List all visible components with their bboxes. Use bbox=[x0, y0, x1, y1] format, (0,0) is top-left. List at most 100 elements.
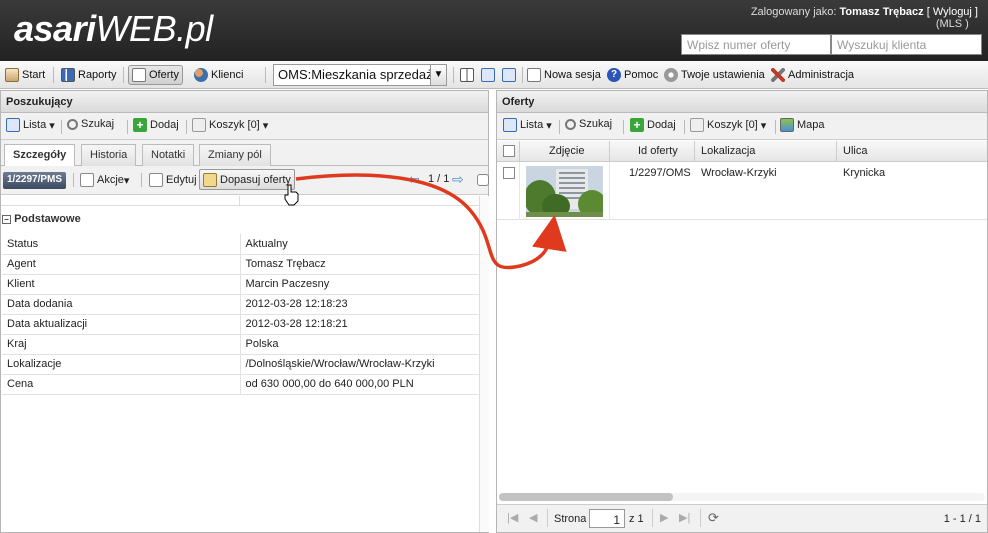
koszyk-dropdown[interactable]: Koszyk [0] ▾ bbox=[192, 118, 268, 132]
field-value: Polska bbox=[240, 334, 479, 355]
layout-left-icon[interactable] bbox=[481, 65, 498, 85]
match-offers-icon bbox=[203, 172, 217, 187]
offer-photo[interactable] bbox=[526, 166, 603, 217]
logout-link[interactable]: [ Wyloguj ] bbox=[927, 6, 978, 18]
tab-historia[interactable]: Historia bbox=[81, 144, 137, 166]
dodaj-button[interactable]: + Dodaj bbox=[133, 118, 179, 132]
user-name: Tomasz Trębacz bbox=[839, 6, 924, 18]
horizontal-scrollbar[interactable] bbox=[499, 493, 985, 501]
main-toolbar: Start Raporty Oferty Klienci OMS:Mieszka… bbox=[0, 61, 988, 89]
left-panel: Poszukujący Lista ▾ Szukaj + Dodaj Koszy… bbox=[0, 90, 489, 533]
settings-button[interactable]: Twoje ustawienia bbox=[664, 65, 765, 85]
scrollbar-thumb[interactable] bbox=[499, 493, 673, 501]
lista-dropdown[interactable]: Lista ▾ bbox=[6, 118, 55, 132]
pager: |◀ ◀ Strona 1 z 1 ▶ ▶| ⟳ 1 - 1 / 1 bbox=[497, 504, 987, 532]
edytuj-button[interactable]: Edytuj bbox=[149, 173, 197, 187]
document-icon bbox=[132, 68, 146, 82]
admin-button[interactable]: Administracja bbox=[771, 65, 854, 85]
checklist-icon bbox=[192, 118, 206, 132]
offer-number-input[interactable]: Wpisz numer oferty bbox=[681, 34, 831, 55]
prev-page-icon[interactable]: ◀ bbox=[529, 511, 537, 524]
col-lokalizacja[interactable]: Lokalizacja bbox=[701, 145, 755, 157]
search-icon bbox=[67, 118, 78, 130]
prev-record-arrow-icon[interactable]: ⇦ bbox=[408, 172, 420, 186]
start-button[interactable]: Start bbox=[5, 65, 45, 85]
szukaj-button[interactable]: Szukaj bbox=[67, 118, 114, 130]
offer-type-select[interactable]: OMS:Mieszkania sprzedaż ▼ bbox=[273, 64, 447, 86]
plus-icon: + bbox=[133, 118, 147, 132]
row-checkbox[interactable] bbox=[503, 167, 515, 179]
offer-location: Wrocław-Krzyki bbox=[701, 167, 777, 179]
list-icon bbox=[6, 118, 20, 132]
col-zdjecie[interactable]: Zdjęcie bbox=[549, 145, 584, 157]
page-of-label: z 1 bbox=[629, 513, 644, 525]
koszyk-dropdown[interactable]: Koszyk [0] ▾ bbox=[690, 118, 766, 132]
field-label: Lokalizacje bbox=[2, 354, 241, 375]
table-row: Data dodania 2012-03-28 12:18:23 bbox=[2, 294, 479, 315]
lista-dropdown[interactable]: Lista ▾ bbox=[503, 118, 552, 132]
tab-zmiany-pol[interactable]: Zmiany pól bbox=[199, 144, 271, 166]
edit-icon bbox=[149, 173, 163, 187]
tab-notatki[interactable]: Notatki bbox=[142, 144, 195, 166]
szukaj-button[interactable]: Szukaj bbox=[565, 118, 612, 130]
record-nav-counter: 1 / 1 bbox=[428, 173, 450, 185]
table-row: Status Aktualny bbox=[2, 234, 479, 255]
table-row: Klient Marcin Paczesny bbox=[2, 274, 479, 295]
search-icon bbox=[565, 118, 576, 130]
layout-right-icon[interactable] bbox=[502, 65, 519, 85]
app-header: asariWEB.pl Zalogowany jako: Tomasz Tręb… bbox=[0, 0, 988, 61]
field-value: od 630 000,00 do 640 000,00 PLN bbox=[240, 374, 479, 395]
client-search-input[interactable]: Wyszukuj klienta bbox=[831, 34, 982, 55]
field-label: Cena bbox=[2, 374, 241, 395]
last-page-icon[interactable]: ▶| bbox=[679, 511, 690, 524]
field-label: Status bbox=[2, 234, 241, 255]
field-label: Agent bbox=[2, 254, 241, 275]
field-label: Data aktualizacji bbox=[2, 314, 241, 335]
chart-icon bbox=[61, 68, 75, 82]
refresh-icon[interactable]: ⟳ bbox=[708, 510, 719, 526]
table-row[interactable]: 1/2297/OMS Wrocław-Krzyki Krynicka bbox=[497, 162, 987, 220]
table-row: Lokalizacje/Dolnośląskie/Wrocław/Wrocław… bbox=[2, 354, 479, 375]
select-all-checkbox[interactable] bbox=[503, 145, 515, 157]
help-icon: ? bbox=[607, 68, 621, 82]
akcje-dropdown[interactable]: Akcje ▾ bbox=[80, 173, 129, 187]
dodaj-button[interactable]: + Dodaj bbox=[630, 118, 676, 132]
tab-szczegoly[interactable]: Szczegóły bbox=[4, 144, 76, 167]
table-row: Agent Tomasz Trębacz bbox=[2, 254, 479, 275]
mapa-button[interactable]: Mapa bbox=[780, 118, 825, 132]
left-tabs: Szczegóły Historia Notatki Zmiany pól bbox=[1, 140, 488, 167]
logo[interactable]: asariWEB.pl bbox=[14, 8, 213, 50]
first-page-icon[interactable]: |◀ bbox=[507, 511, 518, 524]
next-record-arrow-icon[interactable]: ⇨ bbox=[452, 172, 464, 186]
checklist-icon bbox=[690, 118, 704, 132]
raporty-button[interactable]: Raporty bbox=[61, 65, 117, 85]
collapse-icon[interactable]: − bbox=[2, 215, 11, 224]
table-row: Data aktualizacji 2012-03-28 12:18:21 bbox=[2, 314, 479, 335]
chevron-down-icon: ▼ bbox=[430, 65, 446, 85]
right-panel: Oferty Lista ▾ Szukaj + Dodaj Koszyk [0]… bbox=[496, 90, 988, 533]
oferty-button[interactable]: Oferty bbox=[128, 65, 183, 85]
field-value: /Dolnośląskie/Wrocław/Wrocław-Krzyki bbox=[240, 354, 479, 375]
map-icon bbox=[780, 118, 794, 132]
actions-icon bbox=[80, 173, 94, 187]
panel-title: Oferty bbox=[497, 91, 987, 113]
list-icon bbox=[503, 118, 517, 132]
dopasuj-oferty-button[interactable]: Dopasuj oferty bbox=[199, 169, 295, 190]
klienci-button[interactable]: Klienci bbox=[194, 65, 243, 85]
next-page-icon[interactable]: ▶ bbox=[660, 511, 668, 524]
right-toolbar: Lista ▾ Szukaj + Dodaj Koszyk [0] ▾ Mapa bbox=[497, 113, 987, 140]
field-value: 2012-03-28 12:18:23 bbox=[240, 294, 479, 315]
page-number-input[interactable]: 1 bbox=[589, 509, 625, 528]
mls-label: (MLS ) bbox=[935, 18, 969, 30]
field-value: Marcin Paczesny bbox=[240, 274, 479, 295]
section-podstawowe[interactable]: − Podstawowe bbox=[2, 213, 81, 225]
users-icon bbox=[194, 68, 208, 82]
panel-title: Poszukujący bbox=[1, 91, 488, 113]
new-session-button[interactable]: Nowa sesja bbox=[527, 65, 601, 85]
layout-split-icon[interactable] bbox=[460, 65, 477, 85]
field-value: Aktualny bbox=[240, 234, 479, 255]
help-button[interactable]: ? Pomoc bbox=[607, 65, 658, 85]
col-ulica[interactable]: Ulica bbox=[843, 145, 867, 157]
col-id-oferty[interactable]: Id oferty bbox=[638, 145, 678, 157]
record-checkbox[interactable] bbox=[477, 174, 489, 186]
